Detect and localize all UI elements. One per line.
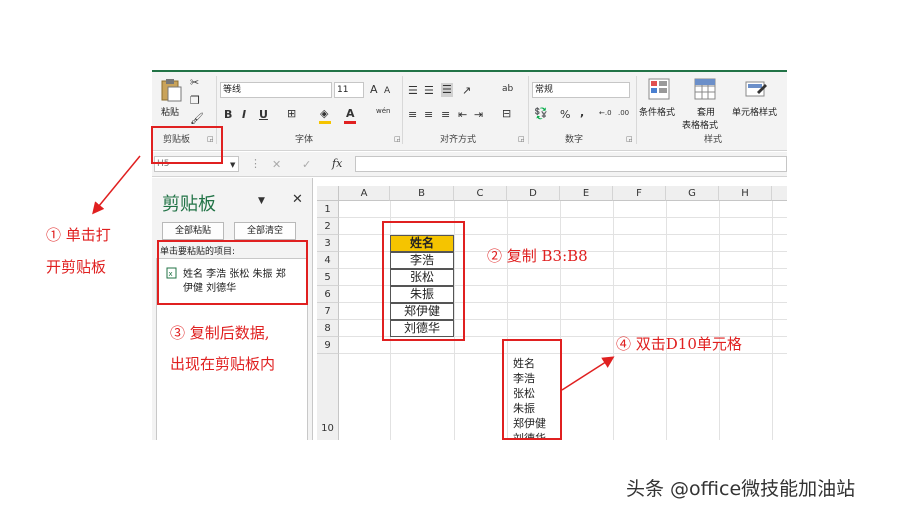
annotation-step1-line1: ① 单击打 [46,226,111,244]
watermark: 头条 @office微技能加油站 [626,478,856,500]
annotation-step1-line2: 开剪贴板 [46,258,107,276]
arrow-step1 [92,155,141,215]
arrow-step4 [561,356,615,391]
annotation-step4: ④ 双击D10单元格 [616,335,742,353]
annotation-step3-line1: ③ 复制后数据, [170,324,270,342]
annotation-arrows [92,155,615,391]
annotation-step3-line2: 出现在剪贴板内 [170,355,276,373]
annotation-step2: ② 复制 B3:B8 [487,247,588,265]
